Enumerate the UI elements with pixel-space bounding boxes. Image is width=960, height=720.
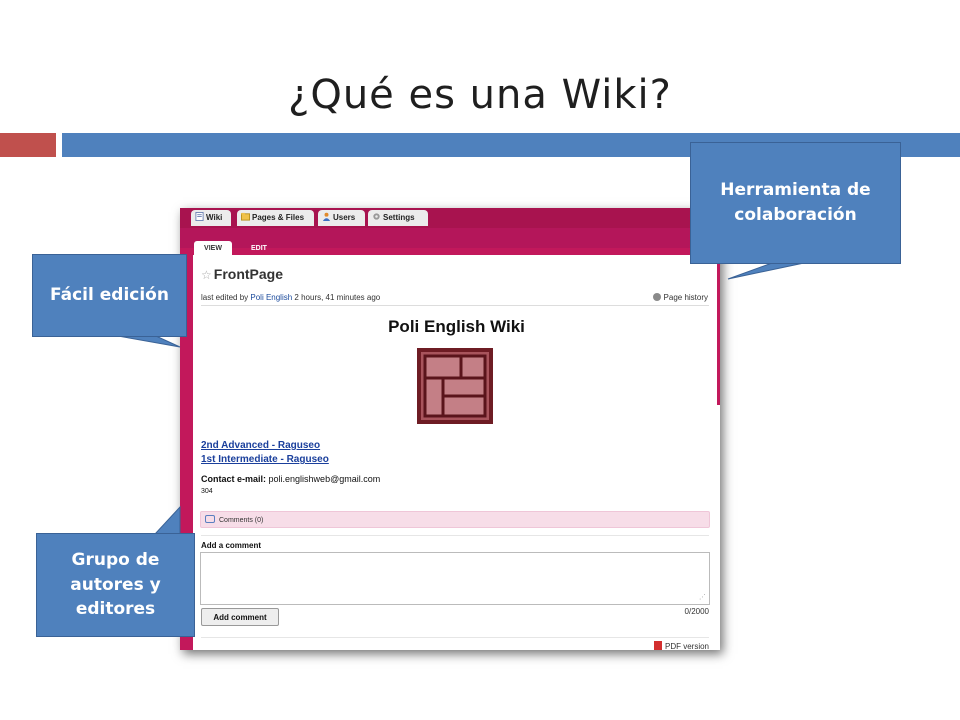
tab-users[interactable]: Users [318,210,365,226]
content-title: Poli English Wiki [388,317,525,336]
contact-label: Contact e-mail: [201,474,267,484]
tab-view[interactable]: VIEW [194,241,232,256]
add-comment-label: Add a comment [201,541,262,550]
slide-title: ¿Qué es una Wiki? [288,72,672,118]
pdf-version-label: PDF version [664,642,709,650]
wiki-page-icon [195,212,204,221]
pdf-version-link[interactable]: PDF version [653,641,709,650]
gear-icon [373,213,380,220]
page-title-text: FrontPage [213,266,283,282]
divider [201,535,709,536]
comment-bubble-icon [205,515,215,523]
callout-grupo: Grupo de autores y editores [36,533,195,637]
page-number-text: 304 [201,488,213,495]
tab-settings-label: Settings [383,213,415,222]
clock-icon [652,293,661,301]
callout-tail-herramienta [727,262,805,280]
link-1st-intermediate[interactable]: 1st Intermediate - Raguseo [201,454,329,465]
tab-wiki-label: Wiki [206,213,223,222]
tab-pages-files-label: Pages & Files [252,213,305,222]
add-comment-button[interactable]: Add comment [201,608,279,626]
callout-tail-facil [117,335,181,348]
divider [201,637,709,638]
wiki-screenshot: Wiki Pages & Files Users Settings VIEW E… [180,208,720,650]
char-counter: 0/2000 [684,607,709,616]
comment-textarea[interactable] [200,552,710,605]
wiki-tab-bar: Wiki Pages & Files Users Settings [180,208,720,228]
accent-bar-red [0,133,56,157]
comments-label: Comments (0) [219,517,264,524]
link-2nd-advanced[interactable]: 2nd Advanced - Raguseo [201,440,320,451]
callout-herramienta: Herramienta de colaboración [690,142,901,264]
last-edited: last edited by Poli English 2 hours, 41 … [201,293,380,302]
page-history-link[interactable]: Page history [652,293,708,302]
tab-users-label: Users [333,213,356,222]
wiki-logo-image [417,348,493,424]
comments-bar[interactable]: Comments (0) [200,511,710,528]
callout-tail-grupo [153,505,181,535]
page-title: ☆ FrontPage [201,266,283,282]
users-icon [322,212,331,221]
pdf-icon [653,641,662,650]
tab-settings[interactable]: Settings [368,210,428,226]
last-edited-time: 2 hours, 41 minutes ago [294,293,381,302]
contact-line: Contact e-mail: poli.englishweb@gmail.co… [201,474,380,484]
tab-wiki[interactable]: Wiki [191,210,231,226]
right-edge-strip [717,255,720,405]
folder-icon [241,212,250,221]
page-history-label: Page history [663,293,708,302]
star-icon[interactable]: ☆ [201,268,212,282]
tab-edit[interactable]: EDIT [244,241,274,256]
resize-grip-icon[interactable]: ⋰ [699,593,706,601]
divider [201,305,709,306]
wiki-page: ☆ FrontPage last edited by Poli English 2… [193,255,720,650]
callout-facil-edicion: Fácil edición [32,254,187,337]
editor-user-link[interactable]: Poli English [250,293,292,302]
last-edited-prefix: last edited by [201,293,249,302]
tab-pages-files[interactable]: Pages & Files [237,210,314,226]
contact-email: poli.englishweb@gmail.com [268,474,381,484]
